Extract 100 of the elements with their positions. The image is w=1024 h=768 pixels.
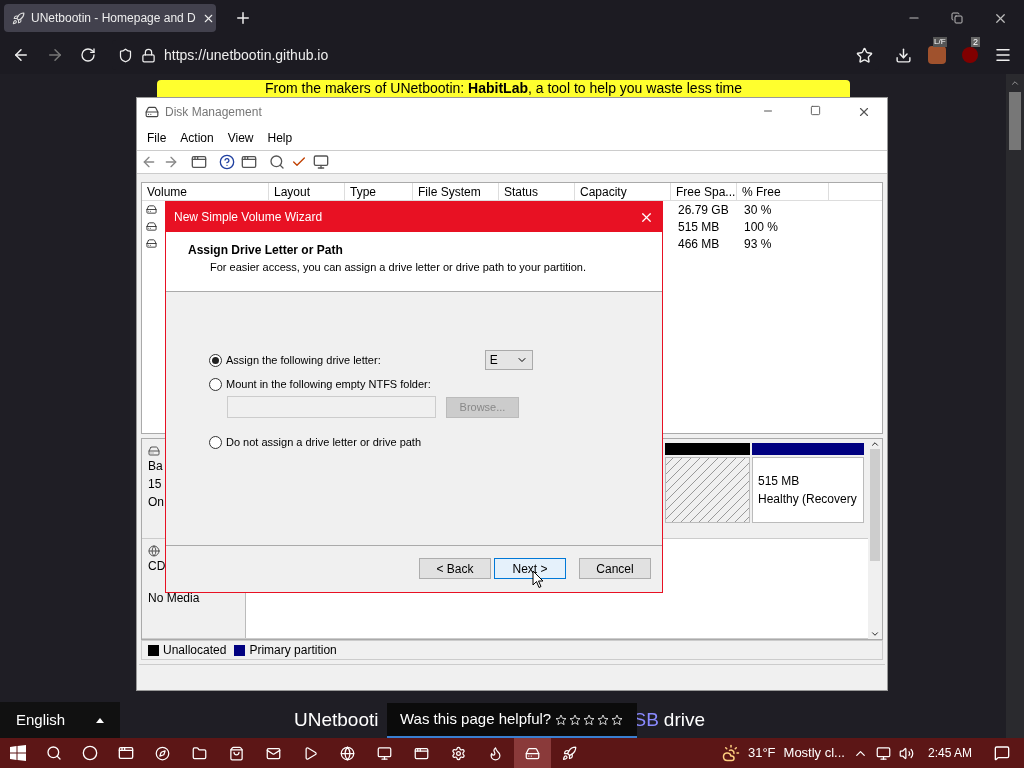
star-icon[interactable] xyxy=(569,713,582,726)
disk-label: CD xyxy=(148,558,167,575)
extension-label: L/F xyxy=(933,37,947,47)
star-rating[interactable] xyxy=(555,713,624,726)
column-header[interactable]: Volume xyxy=(142,183,269,200)
disk-label: 15 xyxy=(148,476,163,493)
partition-size: 515 MB xyxy=(758,473,801,490)
list-scrollbar[interactable] xyxy=(868,439,882,639)
column-header[interactable]: Status xyxy=(499,183,575,200)
tab-title: UNetbootin - Homepage and D xyxy=(31,10,196,27)
table-cell-text: 93 % xyxy=(744,235,773,253)
partition-panel[interactable]: 515 MB Healthy (Recovery xyxy=(752,457,864,523)
bookmark-star-icon[interactable] xyxy=(856,46,873,64)
forward-icon[interactable] xyxy=(46,46,64,64)
column-header[interactable]: % Free xyxy=(737,183,829,200)
star-icon[interactable] xyxy=(611,713,624,726)
temperature-text: 31°F xyxy=(747,744,776,763)
shield-icon[interactable] xyxy=(118,47,133,63)
back-icon[interactable] xyxy=(12,46,30,64)
table-cell-text: 100 % xyxy=(744,218,780,236)
search-icon[interactable] xyxy=(269,154,285,170)
new-tab-icon[interactable] xyxy=(234,9,252,27)
dialog-button[interactable]: Next > xyxy=(494,558,566,579)
pane-icon[interactable] xyxy=(241,154,257,170)
forward-icon[interactable] xyxy=(163,154,179,170)
radio-button[interactable] xyxy=(209,435,222,449)
legend-label: Primary partition xyxy=(249,642,337,659)
close-icon[interactable] xyxy=(857,105,871,119)
menu-item[interactable]: Action xyxy=(174,129,220,147)
caret-icon xyxy=(96,717,104,723)
window-title: Disk Management xyxy=(165,104,262,121)
scroll-up-icon[interactable] xyxy=(870,439,880,449)
help-icon[interactable] xyxy=(219,154,235,170)
url-text: https://unetbootin.github.io xyxy=(164,45,329,65)
cortana-icon[interactable] xyxy=(82,745,98,761)
network-icon[interactable] xyxy=(875,745,891,761)
globe-icon xyxy=(340,745,355,761)
star-icon[interactable] xyxy=(597,713,610,726)
search-icon[interactable] xyxy=(46,745,62,761)
browser-tab[interactable]: UNetbootin - Homepage and D xyxy=(4,4,216,32)
task-view-icon[interactable] xyxy=(118,745,134,761)
column-header[interactable]: Capacity xyxy=(575,183,671,200)
language-select[interactable]: English xyxy=(0,702,120,738)
volume-icon[interactable] xyxy=(898,745,914,761)
clock-text[interactable]: 2:45 AM xyxy=(927,744,972,762)
weather-icon[interactable] xyxy=(721,744,740,762)
page-scrollbar[interactable] xyxy=(1006,74,1024,738)
rocket-icon xyxy=(562,745,577,761)
partition-status: Healthy (Recovery xyxy=(758,491,858,508)
volume-icon xyxy=(146,221,157,232)
dialog-button[interactable]: Cancel xyxy=(579,558,651,579)
menu-item[interactable]: View xyxy=(221,129,260,147)
reload-icon[interactable] xyxy=(80,47,96,63)
windows-start-icon[interactable] xyxy=(10,745,26,761)
wizard-heading: Assign Drive Letter or Path xyxy=(188,242,344,259)
scroll-down-icon[interactable] xyxy=(870,629,880,639)
maximize-icon[interactable] xyxy=(810,105,821,116)
volume-icon xyxy=(146,204,157,215)
drive-letter-select[interactable]: E xyxy=(484,350,533,370)
notifications-icon[interactable] xyxy=(994,745,1010,761)
star-icon[interactable] xyxy=(583,713,596,726)
option-label[interactable]: Do not assign a drive letter or drive path xyxy=(226,433,422,451)
taskbar-app[interactable] xyxy=(514,738,551,768)
cd-drive-icon xyxy=(148,545,160,557)
scroll-thumb[interactable] xyxy=(1009,92,1021,150)
monitor-icon xyxy=(377,745,392,761)
disk-label: No Media xyxy=(148,590,201,607)
dialog-button[interactable]: < Back xyxy=(419,558,491,579)
radio-button[interactable] xyxy=(209,353,222,367)
table-cell-text: 515 MB xyxy=(678,218,721,236)
lock-icon xyxy=(141,47,156,63)
heading-text: UNetbooti xyxy=(294,707,379,732)
folder-icon xyxy=(192,745,207,761)
restore-icon[interactable] xyxy=(951,12,963,24)
extension-badge: 2 xyxy=(971,37,980,47)
wizard-subtitle: For easier access, you can assign a drive letter or drive path to your partition. xyxy=(210,260,587,275)
heading-text: drive xyxy=(663,707,706,732)
disk-label: Ba xyxy=(148,458,164,475)
option-label[interactable]: Assign the following drive letter: xyxy=(226,351,381,369)
settings-icon xyxy=(451,745,466,761)
menu-item[interactable]: File xyxy=(141,129,173,147)
rocket-icon xyxy=(12,11,25,25)
table-cell-text: 26.79 GB xyxy=(678,201,730,219)
promo-banner[interactable]: From the makers of UNetbootin: HabitLab, a tool to help you waste less time xyxy=(157,80,850,97)
console-icon[interactable] xyxy=(191,154,207,170)
column-header[interactable]: Free Spa... xyxy=(671,183,737,200)
column-header[interactable]: Layout xyxy=(269,183,345,200)
scroll-thumb[interactable] xyxy=(870,449,880,561)
column-header[interactable]: File System xyxy=(413,183,499,200)
menu-icon[interactable] xyxy=(994,46,1012,64)
disk-label: On xyxy=(148,494,165,511)
menu-item[interactable]: Help xyxy=(261,129,299,147)
compass-icon xyxy=(155,745,170,761)
window-icon xyxy=(414,745,429,761)
column-header[interactable]: Type xyxy=(345,183,413,200)
download-icon[interactable] xyxy=(895,46,912,64)
scroll-up-icon[interactable] xyxy=(1010,78,1020,88)
star-icon[interactable] xyxy=(555,713,568,726)
table-cell-text: 466 MB xyxy=(678,235,721,253)
feedback-question: Was this page helpful? xyxy=(400,709,552,730)
